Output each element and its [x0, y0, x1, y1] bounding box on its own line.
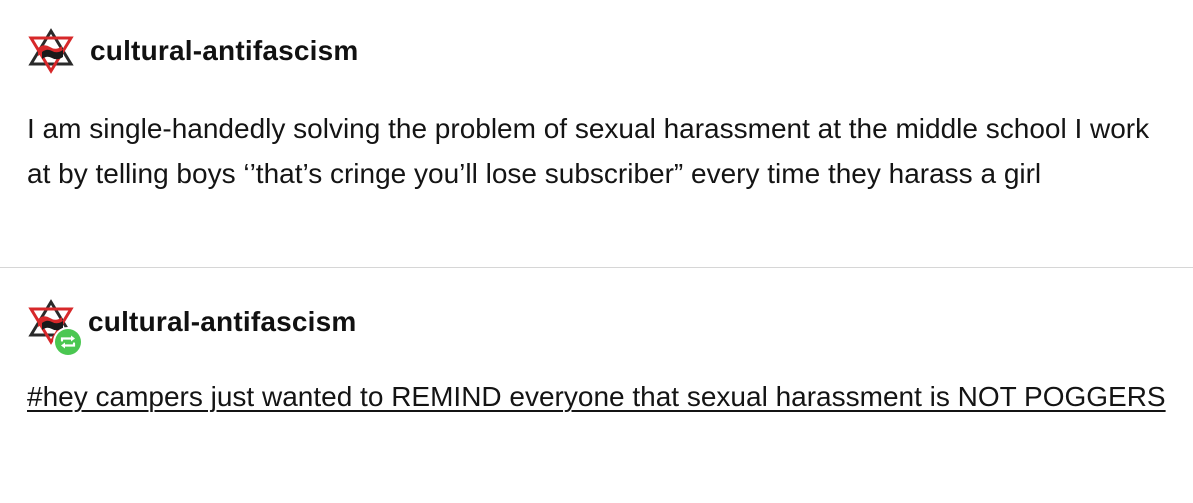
- post-tags: #hey campers just wanted to REMIND every…: [27, 374, 1177, 419]
- avatar[interactable]: [28, 299, 83, 357]
- reblog-post: cultural-antifascism #hey campers just w…: [0, 268, 1193, 503]
- post-header: cultural-antifascism: [28, 27, 359, 75]
- reblog-badge: [53, 327, 83, 357]
- hexagram-antifa-flag-icon: [28, 28, 74, 74]
- username[interactable]: cultural-antifascism: [88, 306, 357, 338]
- post-header: cultural-antifascism: [28, 298, 357, 357]
- reblog-icon: [55, 329, 81, 355]
- original-post: cultural-antifascism I am single-handedl…: [0, 0, 1193, 268]
- avatar[interactable]: [28, 28, 74, 74]
- tag-link[interactable]: #hey campers just wanted to REMIND every…: [27, 381, 1166, 412]
- username[interactable]: cultural-antifascism: [90, 35, 359, 67]
- post-body: I am single-handedly solving the problem…: [27, 113, 1150, 189]
